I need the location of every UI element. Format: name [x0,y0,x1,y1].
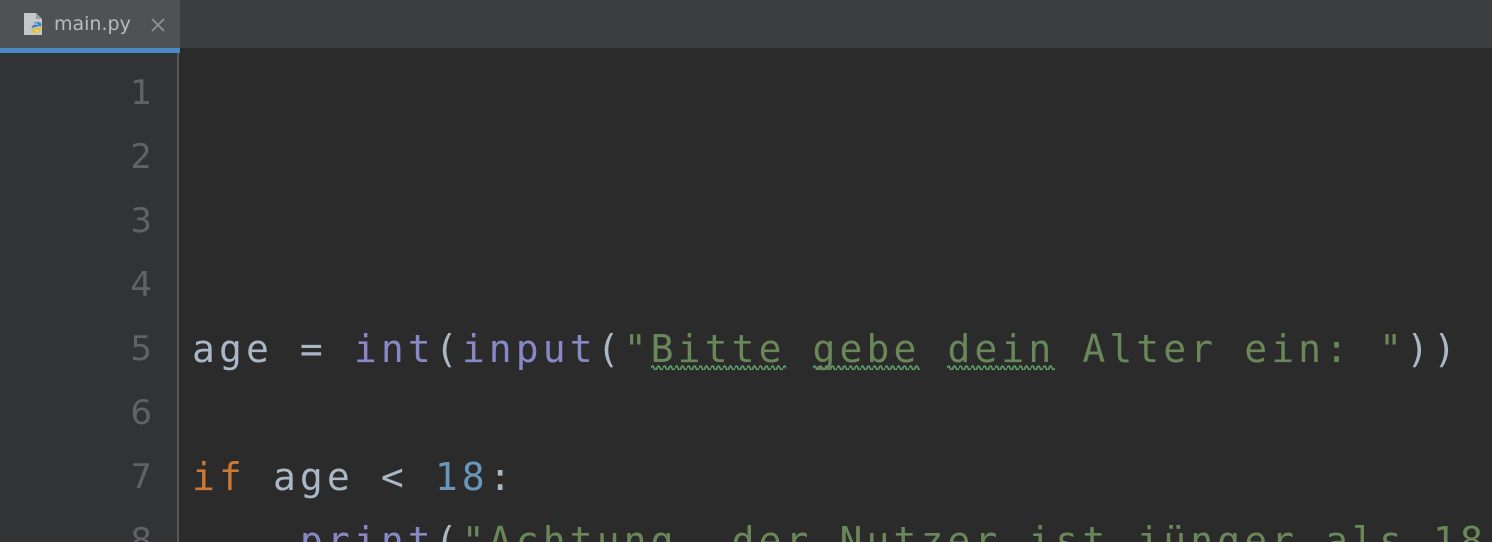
misspelled-word: Bitte [650,327,786,371]
code-token: : [488,455,516,499]
line-number: 4 [130,265,152,305]
line-number: 7 [130,457,152,497]
tab-label-main-py: main.py [54,13,131,35]
code-line[interactable] [179,253,1492,317]
code-token: )) [1406,327,1461,371]
code-token: " [623,327,651,371]
code-token: input [461,327,597,371]
misspelled-word: Nutzer [839,519,1002,542]
line-number-column: 1 2 3 4 5 6 7 8 [0,53,152,542]
code-token: if [192,455,246,499]
close-icon[interactable] [148,15,168,35]
code-token: ( [596,327,624,371]
code-token: int [353,327,435,371]
misspelled-word: Achtung [488,519,678,542]
code-token: age [192,327,300,371]
line-number: 6 [130,393,152,433]
code-token: ist [1001,519,1137,542]
code-token: als 18" [1325,519,1492,542]
line-number: 1 [130,73,152,113]
editor-gutter[interactable]: 1 2 3 4 5 6 7 8 [0,53,177,542]
line-number: 5 [130,329,152,369]
code-token: ( [434,327,462,371]
code-line[interactable]: age = int(input("Bitte gebe dein Alter e… [179,317,1492,381]
code-token: " [461,519,489,542]
editor-window: main.py 1 2 3 4 5 6 7 8 age = int(input(… [0,0,1492,542]
code-line[interactable] [179,381,1492,445]
code-editor[interactable]: 1 2 3 4 5 6 7 8 age = int(input("Bitte g… [0,53,1492,542]
code-token: , der [677,519,840,542]
editor-tab-bar: main.py [0,0,1492,53]
line-number: 8 [130,521,152,542]
misspelled-word: jünger [1136,519,1299,542]
python-file-icon [20,11,48,39]
tab-main-py[interactable]: main.py [0,0,180,48]
line-number: 2 [130,137,152,177]
code-token: 18 [434,455,489,499]
code-line[interactable]: if age < 18: [179,445,1492,509]
code-line[interactable]: print("Achtung, der Nutzer ist jünger al… [179,509,1492,542]
code-token: print [299,519,435,542]
misspelled-word: dein [947,327,1056,371]
misspelled-word: gebe [812,327,921,371]
code-token: ( [434,519,462,542]
code-token: Alter ein: " [1055,327,1407,371]
code-text-area[interactable]: age = int(input("Bitte gebe dein Alter e… [179,53,1492,542]
code-token: age < [245,455,435,499]
line-number: 3 [130,201,152,241]
code-token: = [299,327,354,371]
